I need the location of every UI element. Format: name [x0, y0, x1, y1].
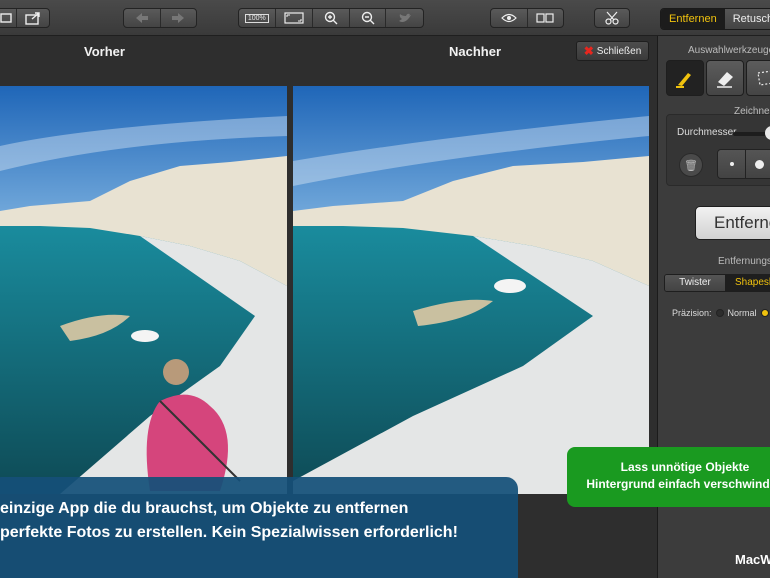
- precision-normal-radio[interactable]: [715, 309, 724, 317]
- share-button[interactable]: [17, 9, 49, 27]
- clear-selection-button[interactable]: 🗑: [679, 153, 703, 177]
- after-label: Nachher: [449, 44, 502, 59]
- open-icon: [0, 13, 12, 23]
- open-button[interactable]: [0, 9, 17, 27]
- removal-mode-title: Entfernungsmodus: [718, 256, 770, 267]
- actual-size-button[interactable]: 100%: [239, 9, 276, 27]
- draw-group: Durchmesser 🗑: [666, 114, 770, 186]
- mode-shapeshift[interactable]: Shapeshift: [725, 275, 770, 291]
- undo-icon: [135, 13, 148, 23]
- actual-size-label: 100%: [244, 13, 269, 23]
- zoom-in-icon: [324, 11, 338, 25]
- green-promo-line-2: Hintergrund einfach verschwinden: [586, 477, 770, 491]
- before-label: Vorher: [84, 44, 125, 59]
- brand-logo: MacW: [735, 552, 770, 567]
- file-button-group: [0, 8, 50, 28]
- mode-twister[interactable]: Twister: [665, 275, 725, 291]
- cut-button[interactable]: [595, 9, 629, 27]
- promo-banner: einzige App die du brauchst, um Objekte …: [0, 477, 518, 578]
- selection-tools-title: Auswahlwerkzeuge: [688, 45, 770, 56]
- mode-tabs: Entfernen Retuschieren: [660, 8, 770, 30]
- split-view-icon: [536, 13, 554, 23]
- tab-remove[interactable]: Entfernen: [661, 9, 725, 29]
- selection-tools: [666, 60, 770, 96]
- twitter-icon: [398, 13, 411, 22]
- brush-tool-button[interactable]: [666, 60, 704, 96]
- app-window: 100% Entfernen Retusc Vorher Nachher ✖ S…: [0, 0, 770, 578]
- lasso-tool-button[interactable]: [746, 60, 770, 96]
- history-button-group: [123, 8, 197, 28]
- twitter-button[interactable]: [386, 9, 423, 27]
- compare-button-group: [490, 8, 564, 28]
- precision-row: Präzision: Normal: [672, 308, 769, 318]
- promo-line-1: einzige App die du brauchst, um Objekte …: [0, 500, 409, 517]
- trash-icon: 🗑: [684, 159, 698, 172]
- scissors-icon: [605, 11, 619, 25]
- zoom-out-button[interactable]: [350, 9, 387, 27]
- after-photo: [293, 86, 649, 494]
- zoom-out-icon: [361, 11, 375, 25]
- medium-dot-icon: [755, 159, 764, 169]
- close-button-label: Schließen: [596, 45, 642, 57]
- share-icon: [25, 12, 40, 25]
- removal-mode-tabs: Twister Shapeshift: [664, 274, 770, 292]
- comparison-canvas: Vorher Nachher ✖ Schließen einzige App d…: [0, 36, 657, 578]
- close-button[interactable]: ✖ Schließen: [576, 41, 649, 61]
- fit-screen-button[interactable]: [276, 9, 314, 27]
- redo-icon: [172, 13, 185, 23]
- diameter-slider-knob[interactable]: [765, 126, 770, 140]
- toolbar: 100% Entfernen Retusc: [0, 0, 770, 36]
- eraser-tool-button[interactable]: [706, 60, 744, 96]
- remove-button[interactable]: Entfernen: [695, 206, 770, 240]
- undo-button[interactable]: [124, 9, 161, 27]
- promo-line-2: perfekte Fotos zu erstellen. Kein Spezia…: [0, 524, 458, 541]
- green-promo-line-1: Lass unnötige Objekte: [620, 460, 750, 474]
- close-icon: ✖: [583, 44, 594, 58]
- zoom-in-button[interactable]: [313, 9, 350, 27]
- brush-size-presets: [717, 149, 770, 179]
- small-dot-icon: [729, 162, 734, 166]
- precision-normal-label: Normal: [727, 308, 757, 318]
- fit-screen-icon: [284, 12, 304, 24]
- brush-icon: [676, 73, 691, 88]
- before-photo: [0, 86, 287, 494]
- diameter-label: Durchmesser: [677, 127, 737, 138]
- redo-button[interactable]: [161, 9, 197, 27]
- tab-retouch[interactable]: Retuschieren: [724, 9, 770, 29]
- green-promo-banner: Lass unnötige Objekte Hintergrund einfac…: [567, 447, 770, 507]
- precision-high-radio[interactable]: [760, 309, 769, 317]
- crop-button-group: [594, 8, 630, 28]
- eye-icon: [500, 13, 517, 23]
- lasso-icon: [757, 70, 770, 86]
- brush-size-medium[interactable]: [746, 150, 770, 178]
- eraser-icon: [717, 72, 733, 88]
- split-view-button[interactable]: [528, 9, 564, 27]
- brush-size-small[interactable]: [718, 150, 746, 178]
- precision-label: Präzision:: [672, 308, 712, 318]
- view-button-group: 100%: [238, 8, 424, 28]
- preview-button[interactable]: [491, 9, 528, 27]
